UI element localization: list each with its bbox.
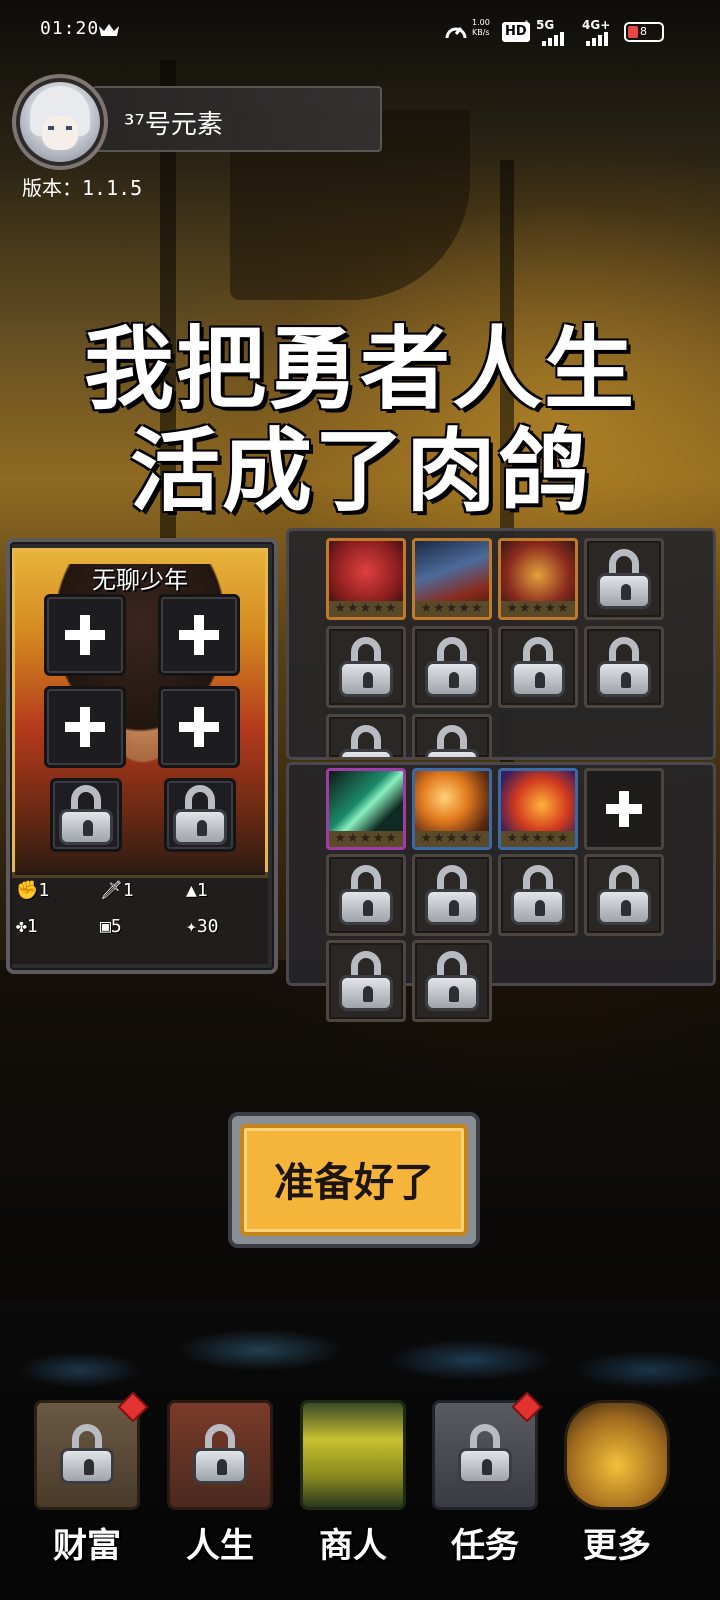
skill-golden-priest[interactable]: ★★★★★: [498, 538, 578, 620]
hd-sub: 1 2: [524, 20, 530, 41]
crown-icon: [99, 24, 119, 36]
skill-red-beast[interactable]: ★★★★★: [326, 538, 406, 620]
net-speed: 1.00 KB/s: [472, 18, 490, 37]
lock-icon: [597, 865, 651, 925]
locked-skill-slot[interactable]: [412, 626, 492, 708]
stat-wings: ✦30: [186, 916, 219, 937]
hero-stats: [12, 872, 268, 964]
clover-icon: ✤: [16, 916, 27, 937]
skill-green-blade[interactable]: ★★★★★: [326, 768, 406, 850]
lock-icon: [173, 785, 227, 845]
signal-bars-icon-2: [586, 32, 608, 46]
stat-magic: ▲1: [186, 880, 208, 901]
lock-icon: [425, 865, 479, 925]
locked-skill-slot[interactable]: [326, 854, 406, 936]
hero-slot-add-2[interactable]: [158, 594, 240, 676]
nav-label: 人生: [186, 1526, 254, 1566]
lock-icon: [60, 1424, 114, 1484]
locked-skill-slot[interactable]: [412, 714, 492, 760]
locked-skill-slot[interactable]: [584, 538, 664, 620]
hero-slot-add-1[interactable]: [44, 594, 126, 676]
skill-fire-torch[interactable]: ★★★★★: [412, 768, 492, 850]
nav-label: 任务: [451, 1526, 519, 1566]
lock-icon: [425, 637, 479, 697]
ready-button-label: 准备好了: [274, 1160, 434, 1206]
scroll-icon: ▣: [100, 916, 111, 937]
nav-life[interactable]: 人生: [155, 1390, 285, 1590]
lock-icon: [425, 951, 479, 1011]
lock-icon: [193, 1424, 247, 1484]
airship-icon: [564, 1400, 670, 1510]
locked-skill-slot[interactable]: [498, 626, 578, 708]
status-bar: 01:20 1.00 KB/s HD 1 2 5G 4G+ 8: [0, 0, 720, 64]
locked-skill-slot[interactable]: [584, 626, 664, 708]
lock-icon: [458, 1424, 512, 1484]
lock-icon: [339, 637, 393, 697]
lock-icon: [339, 725, 393, 757]
locked-skill-slot[interactable]: [498, 854, 578, 936]
locked-skill-slot[interactable]: [412, 854, 492, 936]
hero-slot-locked-2[interactable]: [164, 778, 236, 852]
status-time: 01:20: [40, 18, 100, 39]
nav-wealth[interactable]: 财富: [22, 1390, 152, 1590]
add-skill-slot[interactable]: [584, 768, 664, 850]
hero-slot-add-3[interactable]: [44, 686, 126, 768]
locked-skill-slot[interactable]: [326, 626, 406, 708]
merchant-tent-icon: [300, 1400, 406, 1510]
nav-label: 商人: [319, 1526, 387, 1566]
nav-label: 财富: [53, 1526, 121, 1566]
skill-ice-lances[interactable]: ★★★★★: [412, 538, 492, 620]
nav-quests[interactable]: 任务: [420, 1390, 550, 1590]
nav-more[interactable]: 更多: [552, 1390, 682, 1590]
lock-icon: [425, 725, 479, 757]
wings-icon: ✦: [186, 916, 197, 937]
skill-flame-burst[interactable]: ★★★★★: [498, 768, 578, 850]
sword-icon: 🗡: [100, 880, 123, 901]
nav-label: 更多: [583, 1526, 651, 1566]
nav-merchant[interactable]: 商人: [288, 1390, 418, 1590]
version-text: 版本：1.1.5: [22, 176, 143, 200]
hero-slot-add-4[interactable]: [158, 686, 240, 768]
game-title-line2: 活成了肉鸽: [130, 419, 590, 524]
locked-skill-slot[interactable]: [412, 940, 492, 1022]
lock-icon: [597, 549, 651, 609]
lock-icon: [511, 637, 565, 697]
wizard-hat-icon: ▲: [186, 880, 197, 901]
stat-scroll: ▣5: [100, 916, 122, 937]
hero-slot-locked-1[interactable]: [50, 778, 122, 852]
stat-strength: ✊1: [16, 880, 50, 901]
battery-icon: 8: [624, 22, 664, 42]
fist-icon: ✊: [16, 880, 39, 901]
locked-skill-slot[interactable]: [326, 714, 406, 760]
locked-skill-slot[interactable]: [584, 854, 664, 936]
battery-fill: [628, 26, 638, 38]
lock-icon: [339, 865, 393, 925]
avatar[interactable]: [20, 82, 100, 162]
lock-icon: [511, 865, 565, 925]
battery-level: 8: [640, 25, 647, 38]
stat-attack: 🗡1: [100, 880, 134, 901]
locked-skill-slot[interactable]: [326, 940, 406, 1022]
lock-icon: [597, 637, 651, 697]
speedometer-icon: [445, 27, 467, 39]
signal-bars-icon-1: [542, 32, 564, 46]
lock-icon: [59, 785, 113, 845]
player-name: ³⁷号元素: [124, 110, 223, 140]
lock-icon: [339, 951, 393, 1011]
hero-name: 无聊少年: [92, 566, 188, 594]
stat-luck: ✤1: [16, 916, 38, 937]
